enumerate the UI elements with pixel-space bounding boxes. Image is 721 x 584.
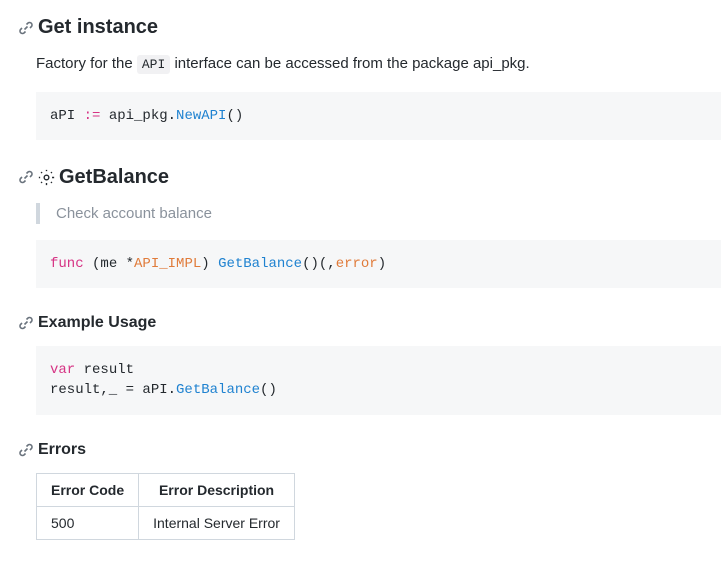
- link-icon[interactable]: [18, 169, 34, 185]
- code-block-example: var result result,_ = aPI.GetBalance(): [36, 346, 721, 415]
- code-token-function: NewAPI: [176, 108, 226, 124]
- code-token: api_pkg.: [100, 108, 176, 124]
- gear-icon: [38, 169, 55, 186]
- link-icon[interactable]: [18, 315, 34, 331]
- code-token-type: API_IMPL: [134, 256, 201, 272]
- table-cell-code: 500: [37, 506, 139, 539]
- link-icon[interactable]: [18, 20, 34, 36]
- link-icon[interactable]: [18, 442, 34, 458]
- code-token-error: error: [336, 256, 378, 272]
- code-token: (): [260, 382, 277, 398]
- code-token: ): [201, 256, 218, 272]
- code-block-get-instance: aPI := api_pkg.NewAPI(): [36, 92, 721, 140]
- code-token-keyword: func: [50, 256, 84, 272]
- code-token: result,_ = aPI.: [50, 382, 176, 398]
- heading-text: GetBalance: [59, 166, 169, 189]
- code-token: me *: [100, 256, 134, 272]
- table-row: 500 Internal Server Error: [37, 506, 295, 539]
- code-token-operator: :=: [84, 108, 101, 124]
- code-token-keyword: var: [50, 362, 75, 378]
- text-fragment: Factory for the: [36, 55, 137, 72]
- code-token: (: [84, 256, 101, 272]
- code-token: ): [378, 256, 386, 272]
- section-heading-get-instance: Get instance: [18, 16, 721, 39]
- heading-text: Get instance: [38, 16, 158, 39]
- get-balance-quote: Check account balance: [36, 203, 721, 224]
- table-header-row: Error Code Error Description: [37, 473, 295, 506]
- code-token: (): [226, 108, 243, 124]
- code-block-get-balance: func (me *API_IMPL) GetBalance()(,error): [36, 240, 721, 288]
- code-token-function: GetBalance: [218, 256, 302, 272]
- table-cell-desc: Internal Server Error: [139, 506, 295, 539]
- errors-table: Error Code Error Description 500 Interna…: [36, 473, 295, 540]
- section-heading-errors: Errors: [18, 441, 721, 459]
- quote-text: Check account balance: [56, 205, 212, 222]
- get-instance-description: Factory for the API interface can be acc…: [36, 53, 721, 76]
- table-header-desc: Error Description: [139, 473, 295, 506]
- code-token-function: GetBalance: [176, 382, 260, 398]
- inline-code-api: API: [137, 55, 170, 74]
- heading-text: Errors: [38, 441, 86, 459]
- section-heading-example: Example Usage: [18, 314, 721, 332]
- table-header-code: Error Code: [37, 473, 139, 506]
- section-heading-get-balance: GetBalance: [18, 166, 721, 189]
- text-fragment: interface can be accessed from the packa…: [170, 55, 529, 72]
- code-token: aPI: [50, 108, 84, 124]
- code-token: result: [75, 362, 142, 378]
- code-token: ()(,: [302, 256, 336, 272]
- heading-text: Example Usage: [38, 314, 156, 332]
